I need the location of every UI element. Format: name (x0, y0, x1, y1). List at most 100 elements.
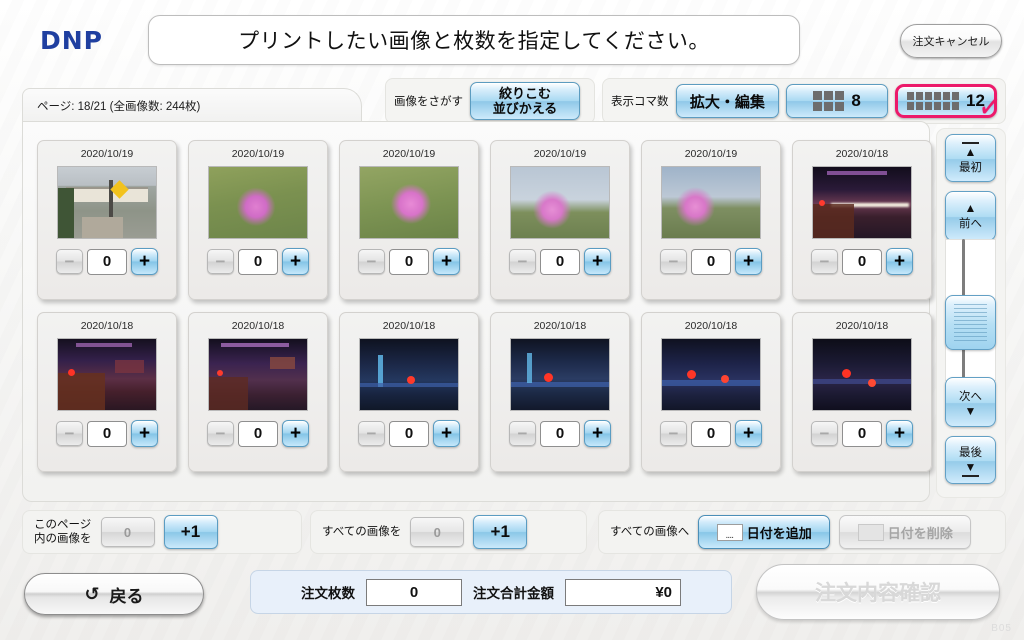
decrease-quantity-button[interactable]: − (358, 249, 385, 274)
page-title: プリントしたい画像と枚数を指定してください。 (238, 30, 710, 53)
quantity-value[interactable]: 0 (842, 420, 882, 447)
quantity-value[interactable]: 0 (238, 420, 278, 447)
back-button[interactable]: ↺ 戻る (24, 573, 204, 615)
increase-quantity-button[interactable]: + (433, 248, 460, 275)
quantity-value[interactable]: 0 (238, 248, 278, 275)
photo-date: 2020/10/18 (684, 320, 738, 332)
nav-first-button[interactable]: ▲ 最初 (945, 134, 996, 182)
photo-card[interactable]: 2020/10/19 −0 + (339, 140, 479, 300)
photo-thumbnail[interactable] (661, 338, 761, 411)
add-date-button[interactable]: .... 日付を追加 (698, 515, 831, 549)
dnp-logo: DNP (40, 26, 103, 55)
decrease-quantity-button[interactable]: − (660, 249, 687, 274)
increase-quantity-button[interactable]: + (735, 420, 762, 447)
nav-prev-button[interactable]: ▲ 前へ (945, 191, 996, 241)
photo-thumbnail[interactable] (208, 166, 308, 239)
date-stamp-label: すべての画像へ (610, 525, 690, 538)
photo-thumbnail[interactable] (359, 166, 459, 239)
bar-bottom-icon (962, 474, 979, 477)
increase-quantity-button[interactable]: + (131, 420, 158, 447)
photo-thumbnail[interactable] (208, 338, 308, 411)
photo-thumbnail[interactable] (661, 166, 761, 239)
increase-quantity-button[interactable]: + (584, 248, 611, 275)
photo-card[interactable]: 2020/10/18 −0 + (792, 312, 932, 472)
increase-quantity-button[interactable]: + (282, 248, 309, 275)
decrease-quantity-button[interactable]: − (56, 249, 83, 274)
increase-quantity-button[interactable]: + (886, 420, 913, 447)
photo-card[interactable]: 2020/10/19 −0 + (188, 140, 328, 300)
decrease-quantity-button[interactable]: − (660, 421, 687, 446)
decrease-quantity-button[interactable]: − (811, 421, 838, 446)
photo-thumbnail[interactable] (812, 338, 912, 411)
quantity-value[interactable]: 0 (389, 248, 429, 275)
search-label: 画像をさがす (394, 96, 463, 108)
scrollbar-thumb[interactable] (945, 295, 996, 350)
photo-date: 2020/10/19 (684, 148, 738, 160)
quantity-stepper: −0 + (56, 420, 158, 447)
increase-quantity-button[interactable]: + (282, 420, 309, 447)
photo-thumbnail[interactable] (812, 166, 912, 239)
quantity-value[interactable]: 0 (842, 248, 882, 275)
photo-card[interactable]: 2020/10/18 −0 + (792, 140, 932, 300)
photo-date: 2020/10/19 (382, 148, 436, 160)
nav-last-button[interactable]: 最後 ▼ (945, 436, 996, 484)
nav-next-button[interactable]: 次へ ▼ (945, 377, 996, 427)
photo-card[interactable]: 2020/10/18 −0 + (188, 312, 328, 472)
photo-card[interactable]: 2020/10/19 −0 + (490, 140, 630, 300)
cancel-order-button[interactable]: 注文キャンセル (900, 24, 1002, 58)
photo-card[interactable]: 2020/10/19 −0 + (37, 140, 177, 300)
increase-quantity-button[interactable]: + (131, 248, 158, 275)
confirm-order-label: 注文内容確認 (815, 582, 941, 605)
quantity-value[interactable]: 0 (540, 248, 580, 275)
quantity-value[interactable]: 0 (87, 248, 127, 275)
photo-card[interactable]: 2020/10/19 −0 + (641, 140, 781, 300)
photo-thumbnail[interactable] (510, 166, 610, 239)
photo-card[interactable]: 2020/10/18 −0 + (37, 312, 177, 472)
increase-quantity-button[interactable]: + (886, 248, 913, 275)
quantity-value[interactable]: 0 (87, 420, 127, 447)
decrease-quantity-button[interactable]: − (358, 421, 385, 446)
page-bulk-label-line1: このページ (34, 518, 92, 531)
photo-thumbnail[interactable] (57, 166, 157, 239)
all-bulk-value: 0 (410, 517, 465, 547)
photo-thumbnail[interactable] (57, 338, 157, 411)
bar-top-icon (962, 141, 979, 144)
confirm-order-button[interactable]: 注文内容確認 (756, 564, 1000, 620)
decrease-quantity-button[interactable]: − (811, 249, 838, 274)
order-count-label: 注文枚数 (301, 586, 355, 601)
order-count-field: 0 (366, 578, 462, 606)
decrease-quantity-button[interactable]: − (509, 249, 536, 274)
decrease-quantity-button[interactable]: − (207, 421, 234, 446)
increase-quantity-button[interactable]: + (433, 420, 460, 447)
frames-12-button[interactable]: 12 ✓ (895, 84, 1002, 125)
decrease-quantity-button[interactable]: − (509, 421, 536, 446)
filter-sort-button[interactable]: 絞りこむ 並びかえる (470, 82, 580, 120)
page-bulk-label: このページ 内の画像を (34, 518, 92, 547)
photo-card[interactable]: 2020/10/18 −0 + (490, 312, 630, 472)
date-blank-icon (857, 523, 884, 541)
photo-thumbnail[interactable] (359, 338, 459, 411)
photo-card[interactable]: 2020/10/18 −0 + (641, 312, 781, 472)
page-bulk-group: このページ 内の画像を 0 +1 (22, 510, 302, 554)
quantity-stepper: −0 + (207, 420, 309, 447)
photo-thumbnail[interactable] (510, 338, 610, 411)
page-plus1-button[interactable]: +1 (163, 515, 218, 549)
photo-date: 2020/10/18 (835, 320, 889, 332)
decrease-quantity-button[interactable]: − (56, 421, 83, 446)
page-bulk-value: 0 (100, 517, 155, 547)
frames-8-button[interactable]: 8 (786, 84, 889, 118)
photo-card[interactable]: 2020/10/18 −0 + (339, 312, 479, 472)
quantity-stepper: −0 + (358, 248, 460, 275)
back-label: 戻る (109, 586, 144, 606)
all-plus1-button[interactable]: +1 (473, 515, 528, 549)
quantity-value[interactable]: 0 (389, 420, 429, 447)
quantity-value[interactable]: 0 (540, 420, 580, 447)
quantity-value[interactable]: 0 (691, 248, 731, 275)
increase-quantity-button[interactable]: + (735, 248, 762, 275)
zoom-edit-button[interactable]: 拡大・編集 (675, 84, 780, 118)
quantity-value[interactable]: 0 (691, 420, 731, 447)
decrease-quantity-button[interactable]: − (207, 249, 234, 274)
delete-date-button[interactable]: 日付を削除 (839, 515, 972, 549)
display-count-group: 表示コマ数 拡大・編集 8 12 ✓ (602, 78, 1006, 125)
increase-quantity-button[interactable]: + (584, 420, 611, 447)
